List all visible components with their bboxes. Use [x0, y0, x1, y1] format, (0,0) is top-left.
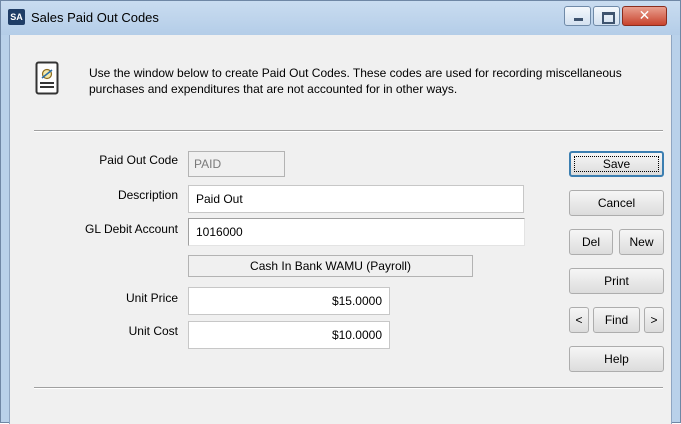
top-separator	[34, 130, 663, 132]
find-button[interactable]: Find	[593, 307, 640, 333]
description-field[interactable]: Paid Out	[188, 185, 524, 213]
paid-out-code-field: PAID	[188, 151, 285, 177]
unit-cost-label: Unit Cost	[128, 324, 178, 338]
unit-price-field[interactable]: $15.0000	[188, 287, 390, 315]
close-button[interactable]: ✕	[622, 6, 667, 26]
app-icon: SA	[8, 9, 25, 25]
window-title: Sales Paid Out Codes	[31, 10, 159, 25]
paid-out-code-label: Paid Out Code	[99, 153, 178, 167]
close-icon: ✕	[638, 8, 651, 24]
gl-debit-account-label: GL Debit Account	[85, 222, 178, 236]
cancel-button[interactable]: Cancel	[569, 190, 664, 216]
description-label: Description	[117, 188, 178, 202]
print-button[interactable]: Print	[569, 268, 664, 294]
next-button[interactable]: >	[644, 307, 664, 333]
info-text: Use the window below to create Paid Out …	[89, 66, 622, 96]
delete-button[interactable]: Del	[569, 229, 613, 255]
bottom-separator	[34, 387, 663, 389]
help-button[interactable]: Help	[569, 346, 664, 372]
unit-price-label: Unit Price	[125, 291, 178, 305]
sales-paid-out-codes-window: SA Sales Paid Out Codes ✕ Use the window…	[0, 0, 681, 424]
gl-debit-account-field[interactable]: 1016000	[188, 218, 525, 246]
gl-account-name: Cash In Bank WAMU (Payroll)	[188, 255, 473, 277]
title-bar[interactable]: SA Sales Paid Out Codes ✕	[1, 1, 680, 35]
previous-button[interactable]: <	[569, 307, 589, 333]
minimize-button[interactable]	[564, 6, 591, 26]
save-button[interactable]: Save	[569, 151, 664, 177]
document-icon	[35, 61, 59, 95]
new-button[interactable]: New	[619, 229, 664, 255]
maximize-button[interactable]	[593, 6, 620, 26]
unit-cost-field[interactable]: $10.0000	[188, 321, 390, 349]
